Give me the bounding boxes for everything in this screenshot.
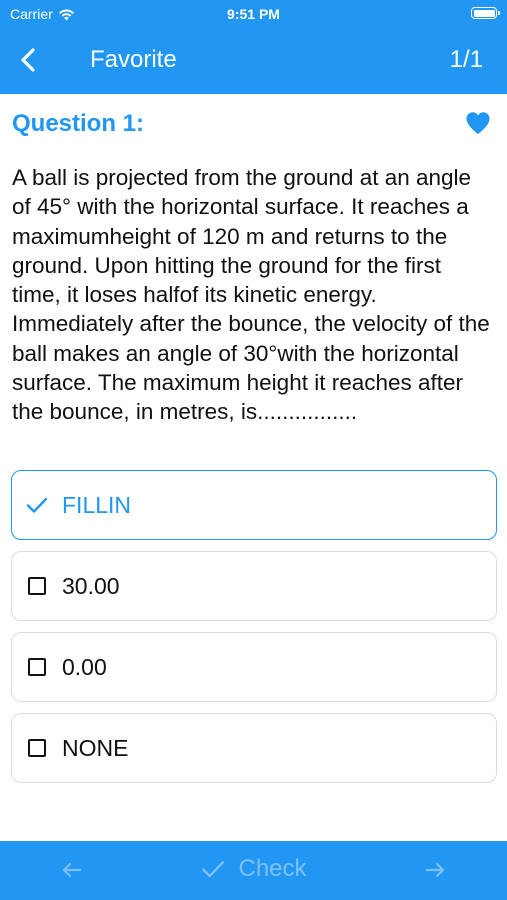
option-label: FILLIN bbox=[62, 491, 132, 518]
question-counter: 1/1 bbox=[449, 46, 483, 73]
option-label: 30.00 bbox=[62, 572, 120, 599]
checkbox-icon bbox=[25, 574, 49, 598]
option-label: NONE bbox=[62, 734, 129, 761]
question-header: Question 1: bbox=[12, 108, 495, 140]
answer-options: FILLIN 30.00 0.00 NONE bbox=[11, 470, 497, 794]
option-fillin[interactable]: FILLIN bbox=[11, 470, 497, 540]
option-0[interactable]: 0.00 bbox=[11, 632, 497, 702]
page-title: Favorite bbox=[90, 46, 177, 73]
checkmark-icon bbox=[25, 493, 49, 517]
status-time: 9:51 PM bbox=[227, 6, 280, 22]
option-none[interactable]: NONE bbox=[11, 713, 497, 783]
favorite-heart-icon[interactable] bbox=[465, 111, 491, 135]
question-text: A ball is projected from the ground at a… bbox=[12, 165, 490, 425]
checkbox-icon bbox=[25, 736, 49, 760]
bottom-toolbar: Check bbox=[0, 841, 507, 900]
checkbox-icon bbox=[25, 655, 49, 679]
arrow-right-icon bbox=[425, 862, 445, 878]
question-label: Question 1: bbox=[12, 110, 145, 137]
battery-icon bbox=[471, 7, 500, 19]
app-header: Carrier 9:51 PM Favorite 1/1 bbox=[0, 0, 507, 94]
option-30[interactable]: 30.00 bbox=[11, 551, 497, 621]
chevron-left-icon bbox=[21, 48, 35, 72]
back-button[interactable] bbox=[14, 45, 44, 75]
status-bar: Carrier 9:51 PM bbox=[0, 0, 507, 28]
next-button[interactable] bbox=[423, 858, 447, 882]
check-button-label: Check bbox=[238, 855, 307, 882]
option-label: 0.00 bbox=[62, 653, 107, 680]
check-icon bbox=[202, 861, 225, 878]
nav-bar: Favorite 1/1 bbox=[0, 28, 507, 94]
